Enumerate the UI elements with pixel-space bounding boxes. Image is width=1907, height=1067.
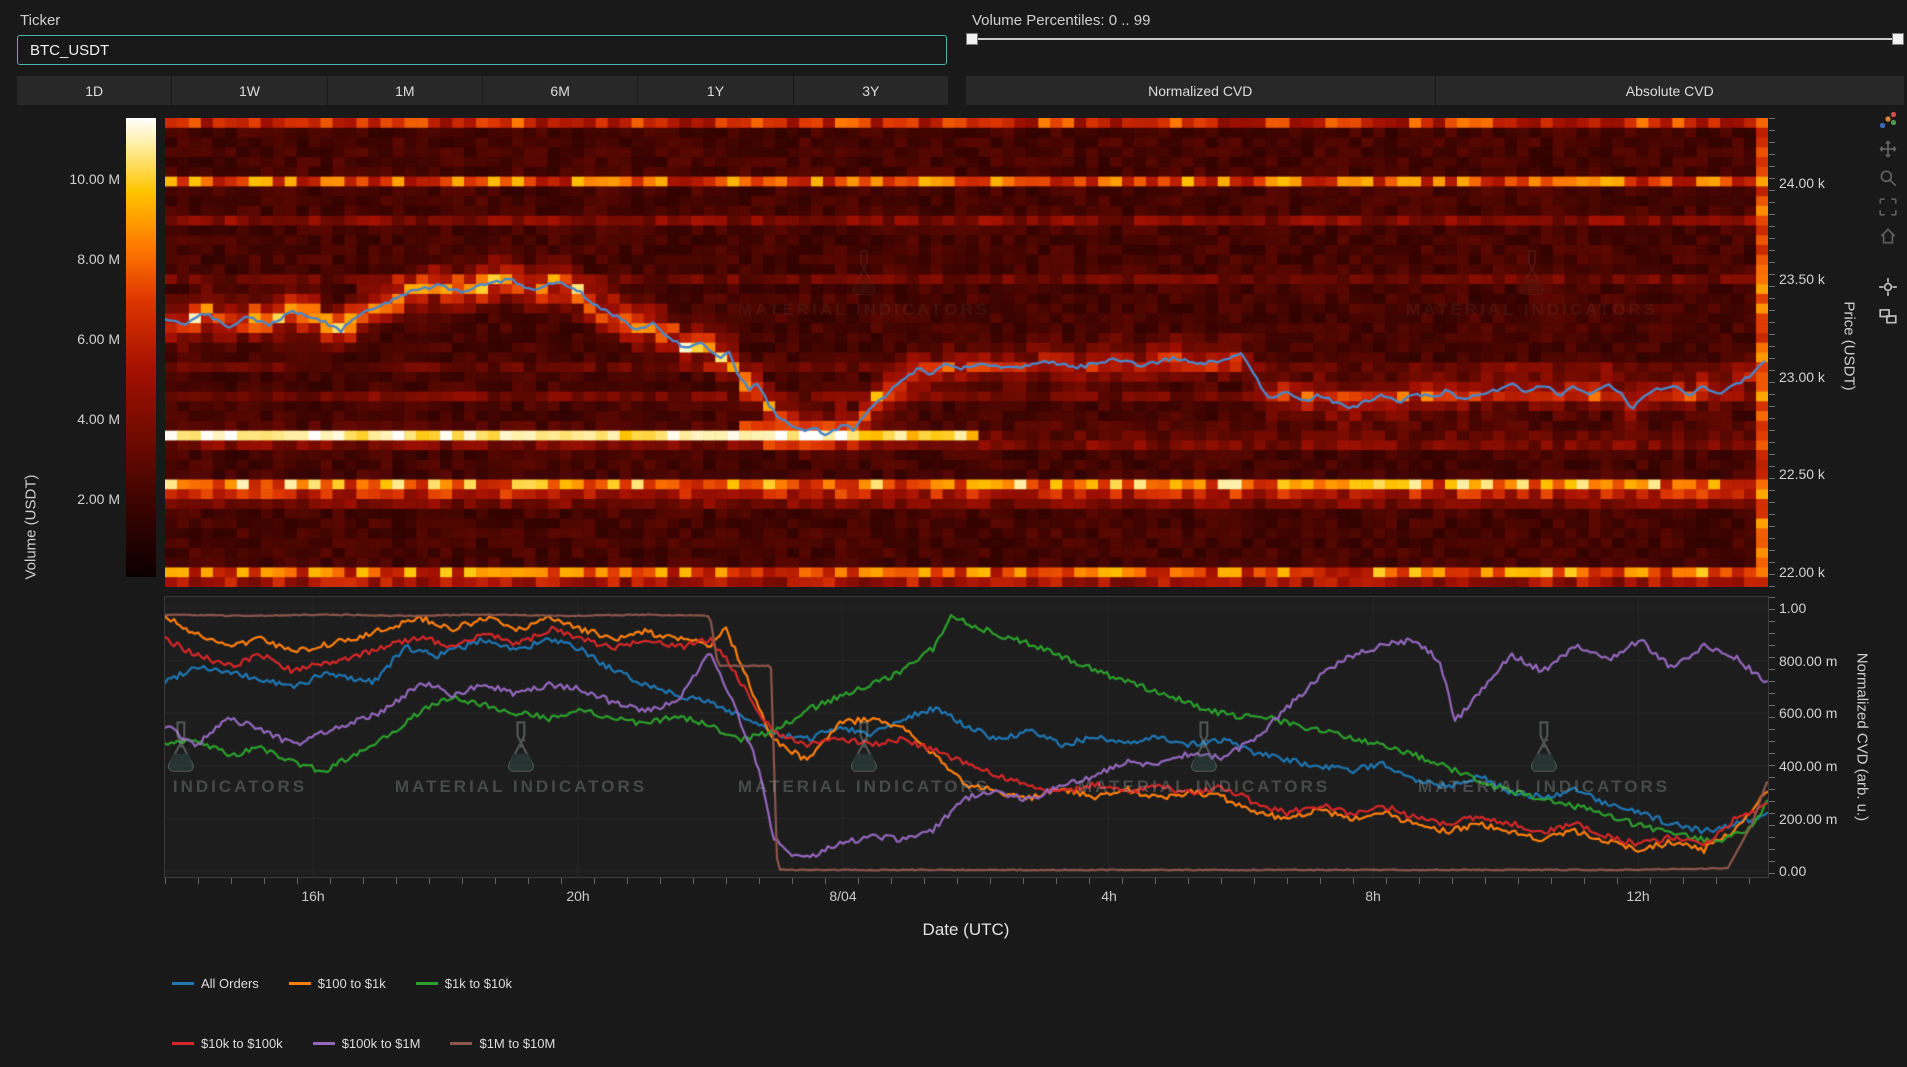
autoscale-icon[interactable] <box>1878 197 1898 217</box>
timeframe-button-6m[interactable]: 6M <box>482 76 637 105</box>
legend-row: All Orders $100 to $1k $1k to $10k <box>172 976 512 991</box>
timeframe-button-row: 1D 1W 1M 6M 1Y 3Y <box>17 76 948 105</box>
timeframe-button-1w[interactable]: 1W <box>171 76 326 105</box>
legend-swatch <box>172 1042 194 1045</box>
legend-swatch <box>289 982 311 985</box>
cvd-tick: 1.00 <box>1779 600 1806 616</box>
legend-swatch <box>313 1042 335 1045</box>
price-tick: 23.50 k <box>1779 271 1825 287</box>
legend-label: $1k to $10k <box>445 976 512 991</box>
plotly-logo-icon[interactable] <box>1878 110 1898 130</box>
cvd-tick: 800.00 m <box>1779 653 1837 669</box>
legend-swatch <box>416 982 438 985</box>
volume-tick: 2.00 M <box>32 491 120 507</box>
absolute-cvd-button[interactable]: Absolute CVD <box>1435 76 1905 105</box>
cvd-plot-area: MATERIAL INDICATORS MATERIAL INDICATORS … <box>165 597 1768 877</box>
price-tick: 22.50 k <box>1779 466 1825 482</box>
legend-swatch <box>450 1042 472 1045</box>
legend-item-1k-to-10k[interactable]: $1k to $10k <box>416 976 512 991</box>
volume-tick: 4.00 M <box>32 411 120 427</box>
price-tick: 24.00 k <box>1779 175 1825 191</box>
slider-handle-min[interactable] <box>966 33 978 45</box>
normalized-cvd-button[interactable]: Normalized CVD <box>966 76 1435 105</box>
heatmap-canvas[interactable] <box>165 118 1768 587</box>
cvd-axis-ticks <box>1769 597 1775 878</box>
cvd-tick: 600.00 m <box>1779 705 1837 721</box>
volume-tick: 10.00 M <box>32 171 120 187</box>
legend-item-100k-to-1m[interactable]: $100k to $1M <box>313 1036 421 1051</box>
legend-label: $10k to $100k <box>201 1036 283 1051</box>
volume-axis-title: Volume (USDT) <box>23 474 40 579</box>
cvd-axis-title: Normalized CVD (arb. u.) <box>1854 653 1871 821</box>
price-axis-title: Price (USDT) <box>1841 301 1858 390</box>
timeframe-button-3y[interactable]: 3Y <box>793 76 948 105</box>
zoom-icon[interactable] <box>1878 168 1898 188</box>
legend-label: $1M to $10M <box>479 1036 555 1051</box>
timeframe-button-1m[interactable]: 1M <box>327 76 482 105</box>
legend-item-100-to-1k[interactable]: $100 to $1k <box>289 976 386 991</box>
price-tick: 23.00 k <box>1779 369 1825 385</box>
ticker-input[interactable] <box>17 35 947 65</box>
legend-item-1m-to-10m[interactable]: $1M to $10M <box>450 1036 555 1051</box>
price-axis-ticks <box>1769 118 1775 587</box>
cvd-tick: 0.00 <box>1779 863 1806 879</box>
legend-label: $100 to $1k <box>318 976 386 991</box>
volume-percentiles-slider[interactable] <box>966 32 1904 46</box>
x-tick: 4h <box>1064 888 1154 904</box>
cvd-tick: 200.00 m <box>1779 811 1837 827</box>
cvd-canvas[interactable] <box>165 597 1768 877</box>
cvd-mode-button-row: Normalized CVD Absolute CVD <box>966 76 1904 105</box>
x-tick: 20h <box>533 888 623 904</box>
timeframe-button-1y[interactable]: 1Y <box>637 76 792 105</box>
x-axis-ticks <box>165 878 1768 884</box>
volume-colorbar <box>126 118 156 577</box>
x-tick: 8/04 <box>798 888 888 904</box>
slider-track[interactable] <box>966 38 1904 40</box>
firecharts-app: Ticker 1D 1W 1M 6M 1Y 3Y Volume Percenti… <box>0 0 1907 1067</box>
x-tick: 12h <box>1593 888 1683 904</box>
x-tick: 16h <box>268 888 358 904</box>
timeframe-button-1d[interactable]: 1D <box>17 76 171 105</box>
legend-row: $10k to $100k $100k to $1M $1M to $10M <box>172 1036 555 1051</box>
pan-icon[interactable] <box>1878 139 1898 159</box>
hover-closest-icon[interactable] <box>1878 277 1898 297</box>
reset-axes-icon[interactable] <box>1878 226 1898 246</box>
slider-handle-max[interactable] <box>1892 33 1904 45</box>
cvd-tick: 400.00 m <box>1779 758 1837 774</box>
volume-tick: 6.00 M <box>32 331 120 347</box>
legend-label: $100k to $1M <box>342 1036 421 1051</box>
x-tick: 8h <box>1328 888 1418 904</box>
chart-modebar <box>1878 110 1898 326</box>
hover-compare-icon[interactable] <box>1878 306 1898 326</box>
legend-swatch <box>172 982 194 985</box>
legend-item-all-orders[interactable]: All Orders <box>172 976 259 991</box>
heatmap-plot-area: MATERIAL INDICATORS MATERIAL INDICATORS <box>165 118 1768 587</box>
volume-tick: 8.00 M <box>32 251 120 267</box>
legend-item-10k-to-100k[interactable]: $10k to $100k <box>172 1036 283 1051</box>
ticker-label: Ticker <box>20 12 60 29</box>
volume-percentiles-label: Volume Percentiles: 0 .. 99 <box>972 12 1150 29</box>
price-tick: 22.00 k <box>1779 564 1825 580</box>
x-axis-title: Date (UTC) <box>923 920 1010 940</box>
legend-label: All Orders <box>201 976 259 991</box>
